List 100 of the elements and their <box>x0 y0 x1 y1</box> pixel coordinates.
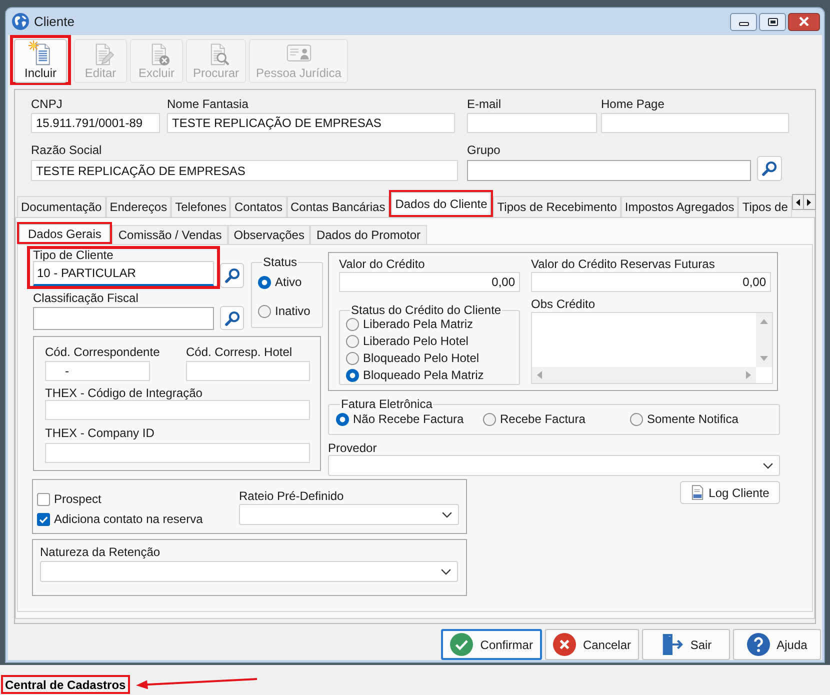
radio-label[interactable]: Não Recebe Factura <box>353 412 464 426</box>
radio-button[interactable] <box>346 318 359 330</box>
radio-label[interactable]: Bloqueado Pela Matriz <box>363 368 484 382</box>
tab[interactable]: Endereços <box>106 196 172 217</box>
tab[interactable]: Tipos de Recebimento <box>493 196 621 217</box>
radio-label[interactable]: Bloqueado Pelo Hotel <box>363 351 480 365</box>
tab[interactable]: Telefones <box>171 196 230 217</box>
e-invoice-group-label: Fatura Eletrônica <box>340 397 434 411</box>
withholding-label: Natureza da Retenção <box>40 545 160 561</box>
credit-notes-label: Obs Crédito <box>531 297 596 312</box>
radio-button[interactable] <box>346 368 359 382</box>
trade-name-field[interactable]: TESTE REPLICAÇÃO DE EMPRESAS <box>167 113 455 133</box>
client-type-label: Tipo de Cliente <box>33 249 114 261</box>
door-arrow-icon <box>660 633 684 656</box>
check-circle-icon <box>450 633 474 656</box>
maximize-button[interactable] <box>759 12 786 30</box>
help-icon <box>746 633 770 656</box>
search-button[interactable] <box>757 156 782 181</box>
left-arrow-icon[interactable] <box>796 198 800 206</box>
radio-button[interactable] <box>346 334 359 348</box>
credit-value-field[interactable]: 0,00 <box>339 272 520 292</box>
credit-value-label: Valor do Crédito <box>339 257 425 271</box>
group-field[interactable] <box>467 160 751 181</box>
search-icon <box>762 161 777 176</box>
home-page-field[interactable] <box>601 113 789 133</box>
maximize-icon[interactable] <box>768 18 778 26</box>
log-button[interactable]: Log Cliente <box>680 481 780 504</box>
right-arrow-icon[interactable] <box>807 198 812 206</box>
radio-label[interactable]: Liberado Pela Matriz <box>363 317 474 331</box>
chevron-down-icon[interactable] <box>763 462 773 468</box>
company-id-field[interactable] <box>45 443 310 463</box>
radio-label[interactable]: Somente Notifica <box>647 412 738 426</box>
company-id-label: THEX - Company ID <box>45 426 154 440</box>
cnpj-field[interactable]: 15.911.791/0001-89 <box>31 113 160 133</box>
checkbox[interactable] <box>37 492 50 506</box>
annotation-arrow-icon <box>136 677 258 689</box>
preset-split-label: Rateio Pré-Definido <box>239 489 344 504</box>
subtab[interactable]: Dados Gerais <box>19 224 110 242</box>
radio-label[interactable]: Inativo <box>275 304 310 318</box>
exit-button[interactable]: Sair <box>642 629 730 660</box>
company-name-label: Razão Social <box>31 143 102 157</box>
cancel-button[interactable]: Cancelar <box>544 629 639 660</box>
checkbox-label[interactable]: Prospect <box>54 492 102 506</box>
search-button[interactable] <box>220 306 244 330</box>
company-name-field[interactable]: TESTE REPLICAÇÃO DE EMPRESAS <box>31 160 458 181</box>
radio-label[interactable]: Recebe Factura <box>500 412 586 426</box>
email-field[interactable] <box>467 113 597 133</box>
help-button[interactable]: Ajuda <box>733 629 821 660</box>
tab[interactable]: Contatos <box>230 196 286 217</box>
close-button[interactable] <box>788 12 820 30</box>
down-arrow-icon[interactable] <box>760 356 768 361</box>
close-icon[interactable] <box>799 17 809 26</box>
trade-name-label: Nome Fantasia <box>167 97 248 111</box>
close-circle-icon <box>552 633 576 656</box>
tab[interactable]: Tipos de <box>738 196 792 217</box>
radio-button[interactable] <box>258 304 271 318</box>
subtab[interactable]: Observações <box>228 225 310 244</box>
credit-status-group-label: Status do Crédito do Cliente <box>350 303 502 317</box>
status-group-label: Status <box>262 255 298 269</box>
subtab[interactable]: Comissão / Vendas <box>112 225 228 244</box>
tab[interactable]: Documentação <box>17 196 106 217</box>
hotel-code-field[interactable] <box>186 361 310 381</box>
checkbox-label[interactable]: Adiciona contato na reserva <box>54 512 203 526</box>
radio-button[interactable] <box>336 412 349 426</box>
tab[interactable]: Impostos Agregados <box>620 196 738 217</box>
correspondent-code-field[interactable]: - <box>45 361 150 381</box>
chevron-down-icon[interactable] <box>442 512 452 518</box>
radio-button[interactable] <box>483 412 496 426</box>
chevron-down-icon[interactable] <box>441 568 451 574</box>
search-icon <box>224 268 240 283</box>
search-button[interactable] <box>220 263 244 288</box>
globe-icon <box>12 13 29 30</box>
include-button[interactable]: Incluir <box>14 39 67 83</box>
integration-code-field[interactable] <box>45 400 310 420</box>
document-icon <box>690 485 704 500</box>
tax-classification-label: Classificação Fiscal <box>33 291 138 305</box>
tab[interactable]: Dados do Cliente <box>391 192 492 215</box>
radio-button[interactable] <box>258 276 271 288</box>
minimize-button[interactable] <box>730 12 757 30</box>
scroll-left-button[interactable] <box>792 194 804 210</box>
tab[interactable]: Contas Bancárias <box>286 196 390 217</box>
radio-button[interactable] <box>630 412 643 426</box>
vertical-scrollbar[interactable] <box>756 313 772 367</box>
group-label: Grupo <box>467 143 500 157</box>
up-arrow-icon[interactable] <box>760 319 768 324</box>
window-title: Cliente <box>34 14 74 30</box>
provider-label: Provedor <box>328 441 377 455</box>
client-type-field[interactable]: 10 - PARTICULAR <box>33 261 214 286</box>
future-credit-field[interactable]: 0,00 <box>531 272 771 292</box>
tax-classification-field[interactable] <box>33 306 214 330</box>
subtab[interactable]: Dados do Promotor <box>310 225 427 244</box>
integration-code-label: THEX - Código de Integração <box>45 386 202 400</box>
radio-label[interactable]: Liberado Pelo Hotel <box>363 334 468 348</box>
scroll-right-button[interactable] <box>804 194 816 210</box>
checkbox[interactable] <box>37 512 50 526</box>
search-icon <box>224 310 240 326</box>
radio-button[interactable] <box>346 352 359 364</box>
radio-label[interactable]: Ativo <box>275 275 302 289</box>
confirm-button[interactable]: Confirmar <box>441 629 542 660</box>
minimize-icon[interactable] <box>738 22 748 26</box>
